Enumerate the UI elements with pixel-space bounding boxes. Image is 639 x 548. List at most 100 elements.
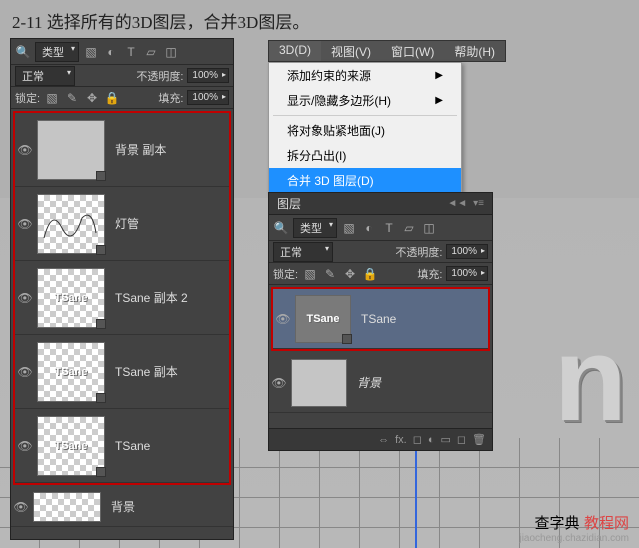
opacity-label: 不透明度: [395, 244, 442, 260]
menu-help[interactable]: 帮助(H) [444, 41, 505, 61]
filter-pixel-icon[interactable]: ▧ [83, 44, 99, 60]
visibility-icon[interactable]: 👁 [269, 376, 289, 390]
group-icon[interactable]: ▭ [440, 433, 450, 446]
visibility-icon[interactable]: 👁 [15, 365, 35, 379]
menu-window[interactable]: 窗口(W) [381, 41, 444, 61]
layer-name[interactable]: TSane 副本 2 [107, 289, 229, 306]
menu-view[interactable]: 视图(V) [321, 41, 381, 61]
filter-shape-icon[interactable]: ▱ [401, 220, 417, 236]
selected-layers-group: 👁 TSane TSane [271, 287, 490, 351]
visibility-icon[interactable]: 👁 [15, 217, 35, 231]
lock-toolbar: 锁定: ▧ ✎ ✥ 🔒 填充: 100% [269, 263, 492, 285]
filter-smart-icon[interactable]: ◫ [163, 44, 179, 60]
layer-row[interactable]: 👁 TSane TSane [273, 289, 488, 349]
layer-row[interactable]: 👁 灯管 [15, 187, 229, 261]
filter-text-icon[interactable]: T [123, 44, 139, 60]
fill-label: 填充: [158, 90, 183, 106]
lock-position-icon[interactable]: ✥ [342, 266, 358, 282]
layer-row[interactable]: 👁 背景 [11, 487, 233, 527]
filter-smart-icon[interactable]: ◫ [421, 220, 437, 236]
fill-value[interactable]: 100% [446, 266, 488, 281]
layers-tab[interactable]: 图层 [277, 195, 301, 212]
visibility-icon[interactable]: 👁 [273, 312, 293, 326]
layer-thumbnail[interactable]: TSane [37, 416, 105, 476]
lamp-shape-icon [42, 203, 97, 243]
layer-thumbnail[interactable] [291, 359, 347, 407]
filter-toolbar: 🔍 类型 ▧ ◐ T ▱ ◫ [11, 39, 233, 65]
layer-row[interactable]: 👁 TSane TSane 副本 2 [15, 261, 229, 335]
visibility-icon[interactable]: 👁 [15, 291, 35, 305]
lock-all-icon[interactable]: 🔒 [362, 266, 378, 282]
menu-item-label: 添加约束的来源 [287, 67, 371, 84]
layer-row[interactable]: 👁 背景 [269, 353, 492, 413]
opacity-value[interactable]: 100% [446, 244, 488, 259]
menu-snap-ground[interactable]: 将对象贴紧地面(J) [269, 118, 461, 143]
fx-icon[interactable]: fx. [395, 434, 407, 446]
filter-adjust-icon[interactable]: ◐ [361, 220, 377, 236]
submenu-arrow-icon: ▶ [435, 70, 443, 81]
trash-icon[interactable]: 🗑 [472, 433, 486, 446]
blend-toolbar: 正常 不透明度: 100% [269, 241, 492, 263]
instruction-text: 2-11 选择所有的3D图层，合并3D图层。 [12, 8, 309, 33]
lock-brush-icon[interactable]: ✎ [322, 266, 338, 282]
layer-name[interactable]: 背景 [103, 498, 233, 515]
lock-position-icon[interactable]: ✥ [84, 90, 100, 106]
menu-merge-3d-layers[interactable]: 合并 3D 图层(D) [269, 168, 461, 193]
3d-badge-icon [96, 393, 106, 403]
panel-collapse-icon[interactable]: ◄◄ [447, 198, 467, 209]
visibility-icon[interactable]: 👁 [15, 143, 35, 157]
filter-type-select[interactable]: 类型 [35, 42, 79, 62]
watermark: 查字典 教程网 jiaocheng.chazidian.com [519, 512, 629, 544]
lock-transparency-icon[interactable]: ▧ [44, 90, 60, 106]
layer-thumbnail[interactable]: TSane [295, 295, 351, 343]
mask-icon[interactable]: ◻ [413, 433, 422, 446]
menu-show-hide-polygon[interactable]: 显示/隐藏多边形(H)▶ [269, 88, 461, 113]
opacity-value[interactable]: 100% [187, 68, 229, 83]
filter-pixel-icon[interactable]: ▧ [341, 220, 357, 236]
3d-badge-icon [342, 334, 352, 344]
layer-thumbnail[interactable]: TSane [37, 268, 105, 328]
menu-item-label: 将对象贴紧地面(J) [287, 122, 385, 139]
layer-row[interactable]: 👁 TSane TSane [15, 409, 229, 483]
thumb-text: TSane [54, 440, 87, 452]
menu-item-label: 拆分凸出(I) [287, 147, 346, 164]
adjustment-icon[interactable]: ◐ [428, 434, 435, 446]
menu-3d[interactable]: 3D(D) [269, 41, 321, 61]
filter-toolbar: 🔍 类型 ▧ ◐ T ▱ ◫ [269, 215, 492, 241]
layers-panel-right: 图层 ◄◄ ▾≡ 🔍 类型 ▧ ◐ T ▱ ◫ 正常 不透明度: 100% 锁定… [268, 192, 493, 451]
filter-search-icon[interactable]: 🔍 [15, 44, 31, 60]
fill-value[interactable]: 100% [187, 90, 229, 105]
layer-name[interactable]: TSane 副本 [107, 363, 229, 380]
lock-brush-icon[interactable]: ✎ [64, 90, 80, 106]
layer-row[interactable]: 👁 TSane TSane 副本 [15, 335, 229, 409]
layer-name[interactable]: 背景 [349, 374, 492, 391]
blend-mode-select[interactable]: 正常 [273, 242, 333, 262]
layer-name[interactable]: 背景 副本 [107, 141, 229, 158]
panel-menu-icon[interactable]: ▾≡ [473, 198, 484, 209]
layer-thumbnail[interactable] [37, 120, 105, 180]
layer-row[interactable]: 👁 背景 副本 [15, 113, 229, 187]
visibility-icon[interactable]: 👁 [11, 500, 31, 514]
filter-shape-icon[interactable]: ▱ [143, 44, 159, 60]
layer-name[interactable]: TSane [107, 439, 229, 453]
filter-adjust-icon[interactable]: ◐ [103, 44, 119, 60]
filter-search-icon[interactable]: 🔍 [273, 220, 289, 236]
menu-item-label: 显示/隐藏多边形(H) [287, 92, 391, 109]
lock-transparency-icon[interactable]: ▧ [302, 266, 318, 282]
layer-name[interactable]: TSane [353, 312, 488, 326]
menu-split-extrude[interactable]: 拆分凸出(I) [269, 143, 461, 168]
visibility-icon[interactable]: 👁 [15, 439, 35, 453]
filter-text-icon[interactable]: T [381, 220, 397, 236]
lock-all-icon[interactable]: 🔒 [104, 90, 120, 106]
layer-name[interactable]: 灯管 [107, 215, 229, 232]
filter-type-select[interactable]: 类型 [293, 218, 337, 238]
layer-thumbnail[interactable] [37, 194, 105, 254]
new-layer-icon[interactable]: ◻ [457, 433, 466, 446]
layer-thumbnail[interactable] [33, 492, 101, 522]
menu-add-constraint[interactable]: 添加约束的来源 ▶ [269, 63, 461, 88]
lock-toolbar: 锁定: ▧ ✎ ✥ 🔒 填充: 100% [11, 87, 233, 109]
layers-list-left: 👁 背景 副本 👁 灯管 👁 TSane TSane 副本 2 👁 TSane [11, 109, 233, 527]
layer-thumbnail[interactable]: TSane [37, 342, 105, 402]
link-icon[interactable]: ⇔ [378, 434, 389, 446]
blend-mode-select[interactable]: 正常 [15, 66, 75, 86]
